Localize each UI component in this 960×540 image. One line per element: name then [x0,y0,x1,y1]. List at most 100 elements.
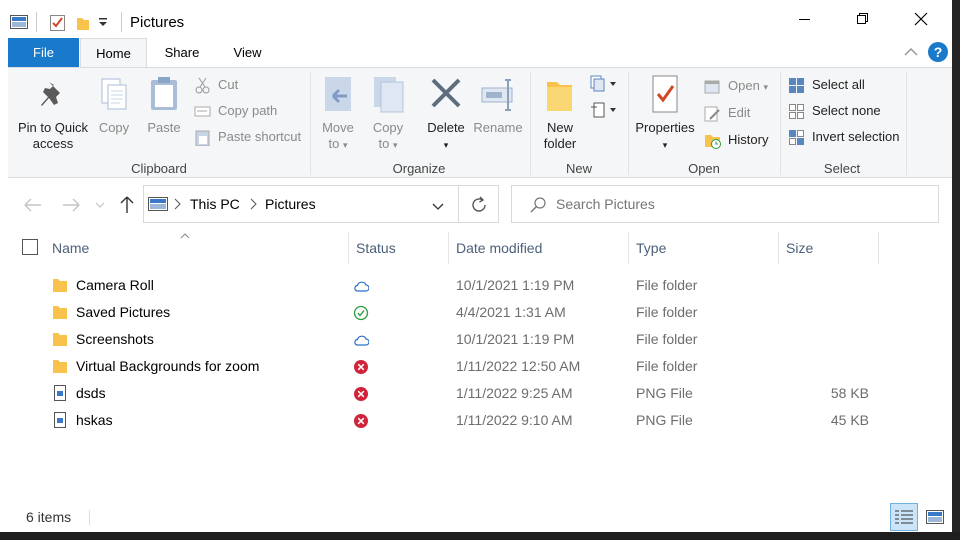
column-header-name[interactable]: Name [52,238,89,258]
tab-file[interactable]: File [8,38,79,67]
large-icons-view-button[interactable] [921,503,949,531]
copy-to-button[interactable]: Copy to ▾ [366,74,410,153]
file-row[interactable]: hskas 1/11/2022 9:10 AM PNG File 45 KB [40,407,880,434]
scissors-icon [195,77,210,94]
chevron-down-icon [95,202,105,208]
delete-button[interactable]: Delete ▾ [422,74,470,153]
copy-path-button[interactable]: Copy path [194,100,277,122]
edit-label: Edit [728,105,751,120]
tab-view[interactable]: View [220,38,275,67]
delete-icon [431,78,461,108]
file-row[interactable]: Virtual Backgrounds for zoom 1/11/2022 12… [40,353,880,380]
refresh-button[interactable] [459,185,499,223]
ribbon-tabs: File Home Share View ? [0,38,952,68]
history-button[interactable]: History [704,129,768,151]
new-folder-button[interactable]: New folder [536,74,584,152]
file-explorer-window: Pictures File Home Share View ? Pin to Q… [0,0,952,532]
group-separator [906,72,907,175]
copy-path-icon [194,106,211,117]
new-folder-qat-icon[interactable] [76,15,90,34]
column-header-type[interactable]: Type [636,238,666,258]
background-editor-strip [952,0,960,540]
address-dropdown-icon[interactable] [432,200,444,214]
help-icon[interactable]: ? [928,42,948,62]
file-type: File folder [636,277,698,293]
column-divider[interactable] [628,232,629,264]
file-row[interactable]: Saved Pictures 4/4/2021 1:31 AM File folde… [40,299,880,326]
folder-icon [53,306,67,319]
customize-qat-icon[interactable] [98,16,108,31]
column-divider[interactable] [878,232,879,264]
search-box[interactable] [511,185,939,223]
column-header-size[interactable]: Size [786,238,813,258]
file-row[interactable]: Camera Roll 10/1/2021 1:19 PM File folder [40,272,880,299]
new-group-label: New [565,161,592,176]
select-all-button[interactable]: Select all [788,74,865,96]
history-label: History [728,132,769,147]
group-separator [780,72,781,175]
tab-share[interactable]: Share [152,38,212,67]
file-type: File folder [636,358,698,374]
file-date-modified: 4/4/2021 1:31 AM [456,304,566,320]
properties-qat-icon[interactable] [50,14,66,34]
large-icons-view-icon [926,510,944,524]
copy-button[interactable]: Copy [94,74,134,136]
synced-check-icon [353,305,369,321]
column-divider[interactable] [348,232,349,264]
file-row[interactable]: Screenshots 10/1/2021 1:19 PM File folder [40,326,880,353]
tab-home[interactable]: Home [80,38,147,68]
breadcrumb-pictures[interactable]: Pictures [265,196,316,212]
file-date-modified: 1/11/2022 9:10 AM [456,412,573,428]
qat-divider [36,12,37,32]
address-bar[interactable]: This PC Pictures [143,185,459,223]
pin-to-quick-access-button[interactable]: Pin to Quick access [12,74,94,152]
edit-icon [704,106,720,122]
up-button[interactable] [116,194,138,216]
restore-icon [857,13,868,24]
file-row[interactable]: dsds 1/11/2022 9:25 AM PNG File 58 KB [40,380,880,407]
paste-shortcut-button[interactable]: Paste shortcut [194,126,301,148]
minimize-button[interactable] [776,0,834,38]
rename-button[interactable]: Rename [472,74,524,136]
back-arrow-icon [24,198,41,212]
easy-access-icon[interactable] [590,100,618,123]
select-all-checkbox[interactable] [22,239,38,255]
breadcrumb-this-pc[interactable]: This PC [190,196,240,212]
forward-button[interactable] [60,194,82,216]
new-item-icon[interactable] [590,74,618,97]
file-name: Camera Roll [76,277,154,293]
file-name: Screenshots [76,331,154,347]
file-name: Saved Pictures [76,304,171,320]
new-folder-label-line1: New [546,120,573,135]
clipboard-group-label: Clipboard [131,161,187,176]
cut-button[interactable]: Cut [194,74,238,96]
back-button[interactable] [22,194,44,216]
paste-button[interactable]: Paste [142,74,186,136]
move-to-button[interactable]: Move to ▾ [316,74,360,153]
column-divider[interactable] [448,232,449,264]
details-view-button[interactable] [890,503,918,531]
sync-error-icon [354,387,368,401]
restore-button[interactable] [834,0,892,38]
paste-shortcut-label: Paste shortcut [218,129,302,144]
column-divider[interactable] [778,232,779,264]
background-editor-bottom [0,532,960,540]
file-date-modified: 10/1/2021 1:19 PM [456,331,575,347]
app-icon[interactable] [10,15,28,32]
paste-shortcut-icon [195,130,210,146]
properties-button[interactable]: Properties ▾ [634,74,696,153]
close-button[interactable] [892,0,950,38]
search-input[interactable] [556,194,926,214]
folder-icon [53,279,67,292]
open-button[interactable]: Open ▾ [704,75,768,97]
column-header-status[interactable]: Status [356,238,396,258]
minimize-ribbon-icon[interactable] [904,46,918,60]
forward-arrow-icon [63,198,80,212]
invert-selection-button[interactable]: Invert selection [788,126,899,148]
recent-locations-button[interactable] [90,194,110,216]
pin-label-line1: Pin to Quick [17,120,89,135]
breadcrumb-chevron-icon[interactable] [250,197,258,214]
column-header-date-modified[interactable]: Date modified [456,238,542,258]
edit-button[interactable]: Edit [704,102,750,124]
select-none-button[interactable]: Select none [788,100,881,122]
